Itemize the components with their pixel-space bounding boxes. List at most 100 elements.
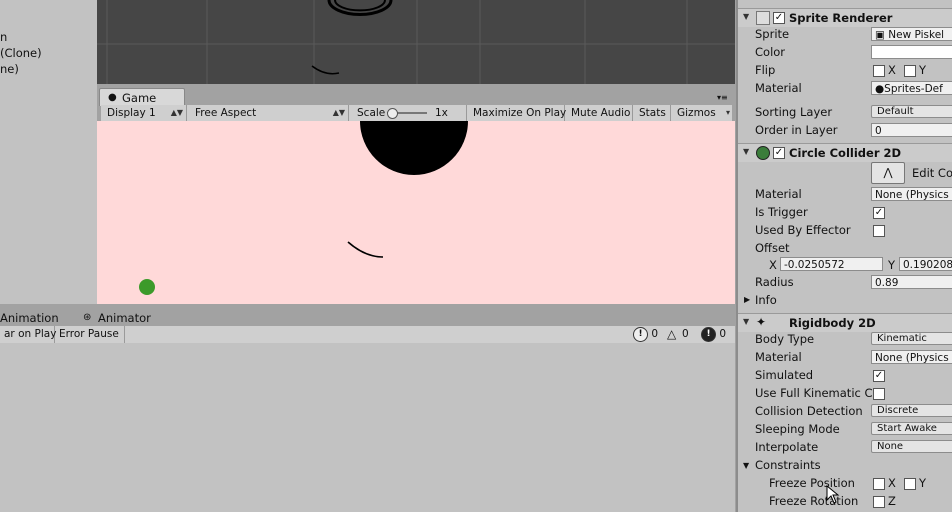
sprite-renderer-enabled-checkbox[interactable]: ✓ xyxy=(773,12,785,24)
collider-material-field[interactable]: None (Physics xyxy=(871,187,952,201)
maximize-on-play-toggle[interactable]: Maximize On Play xyxy=(467,105,566,121)
scene-view[interactable] xyxy=(97,0,735,84)
display-dropdown[interactable]: Display 1 ▲▼ xyxy=(101,105,187,121)
circle-collider-enabled-checkbox[interactable]: ✓ xyxy=(773,147,785,159)
foldout-arrow-icon[interactable]: ▶ xyxy=(744,295,750,304)
sprite-label: Sprite xyxy=(755,27,790,41)
scale-value: 1x xyxy=(435,107,448,119)
bottom-tabs: Animation ⊛ Animator xyxy=(0,311,735,326)
color-field[interactable] xyxy=(871,45,952,59)
sleeping-mode-label: Sleeping Mode xyxy=(755,422,840,436)
rigidbody-icon: ✦ xyxy=(756,315,767,329)
body-type-label: Body Type xyxy=(755,332,815,346)
freeze-rot-z-checkbox[interactable] xyxy=(873,496,885,508)
constraints-label[interactable]: Constraints xyxy=(755,458,821,472)
foldout-arrow-icon[interactable]: ▼ xyxy=(743,12,749,21)
freeze-pos-x-checkbox[interactable] xyxy=(873,478,885,490)
tab-game[interactable]: ● Game xyxy=(99,88,185,106)
stats-toggle[interactable]: Stats xyxy=(633,105,671,121)
tab-animator[interactable]: Animator xyxy=(98,311,151,325)
rb-material-field[interactable]: None (Physics xyxy=(871,350,952,364)
console-log-area[interactable] xyxy=(0,343,735,512)
rb-material-label: Material xyxy=(755,350,802,364)
used-by-effector-label: Used By Effector xyxy=(755,223,851,237)
full-kinematic-label: Use Full Kinematic C xyxy=(755,386,873,400)
display-label: Display 1 xyxy=(107,107,156,119)
sprite-value: New Piskel xyxy=(888,29,945,41)
flip-x-checkbox[interactable] xyxy=(873,65,885,77)
info-count: 0 xyxy=(651,328,659,340)
sorting-layer-dropdown[interactable]: Default xyxy=(871,105,952,118)
freeze-pos-x-label: X xyxy=(888,476,896,490)
scale-label: Scale xyxy=(357,107,386,119)
simulated-checkbox[interactable]: ✓ xyxy=(873,370,885,382)
panel-menu-icon[interactable]: ▾≡ xyxy=(717,93,728,102)
material-field[interactable]: ●Sprites-Def xyxy=(871,81,952,95)
mouse-cursor-icon xyxy=(826,485,840,504)
freeze-position-label: Freeze Position xyxy=(769,476,855,490)
warning-icon: △ xyxy=(667,327,677,341)
warning-count: 0 xyxy=(682,328,689,340)
offset-y-field[interactable]: 0.190208 xyxy=(899,257,952,271)
interpolate-dropdown[interactable]: None xyxy=(871,440,952,453)
foldout-arrow-icon[interactable]: ▼ xyxy=(743,147,749,156)
info-count-toggle[interactable]: ! 0 xyxy=(633,327,659,342)
gizmos-label: Gizmos xyxy=(677,107,716,119)
foldout-arrow-icon[interactable]: ▼ xyxy=(743,317,749,326)
circle-collider-header[interactable]: ▼ ✓ Circle Collider 2D xyxy=(738,143,952,162)
aspect-dropdown[interactable]: Free Aspect ▲▼ xyxy=(189,105,349,121)
green-ball-sprite xyxy=(139,279,155,295)
updown-arrow-icon: ▲▼ xyxy=(170,108,183,117)
mute-audio-toggle[interactable]: Mute Audio xyxy=(565,105,633,121)
game-controller-icon: ● xyxy=(108,92,117,103)
scale-thumb[interactable] xyxy=(387,108,398,119)
rigidbody-title: Rigidbody 2D xyxy=(789,316,876,330)
scale-slider[interactable]: Scale 1x xyxy=(351,105,467,121)
order-in-layer-field[interactable]: 0 xyxy=(871,123,952,137)
interpolate-label: Interpolate xyxy=(755,440,819,454)
freeze-pos-y-checkbox[interactable] xyxy=(904,478,916,490)
flip-y-label: Y xyxy=(919,63,927,77)
hierarchy-item[interactable]: ne) xyxy=(0,62,19,76)
console-toolbar: ar on Play Error Pause ! 0 △ 0 ! 0 xyxy=(0,326,735,344)
edit-collider-button[interactable]: ⋀ xyxy=(871,162,905,184)
hierarchy-item[interactable]: (Clone) xyxy=(0,46,42,60)
error-pause-toggle[interactable]: Error Pause xyxy=(55,326,125,343)
updown-arrow-icon: ▲▼ xyxy=(332,108,345,117)
sprite-field[interactable]: ▣ New Piskel xyxy=(871,27,952,41)
offset-x-field[interactable]: -0.0250572 xyxy=(780,257,883,271)
material-value: Sprites-Def xyxy=(884,83,943,95)
is-trigger-checkbox[interactable]: ✓ xyxy=(873,207,885,219)
freeze-rot-z-label: Z xyxy=(888,494,896,508)
tab-animation[interactable]: Animation xyxy=(0,311,59,325)
error-count-toggle[interactable]: ! 0 xyxy=(701,327,726,342)
sprite-renderer-header[interactable]: ▼ ✓ Sprite Renderer xyxy=(738,8,952,27)
hierarchy-item[interactable]: n xyxy=(0,30,7,44)
clear-on-play-toggle[interactable]: ar on Play xyxy=(0,326,56,343)
flip-label: Flip xyxy=(755,63,776,77)
aspect-label: Free Aspect xyxy=(195,107,257,119)
info-foldout-label[interactable]: Info xyxy=(755,293,777,307)
used-by-effector-checkbox[interactable] xyxy=(873,225,885,237)
full-kinematic-checkbox[interactable] xyxy=(873,388,885,400)
hierarchy-panel: n (Clone) ne) xyxy=(0,0,97,304)
circle-collider-icon xyxy=(756,146,770,160)
foldout-arrow-icon[interactable]: ▼ xyxy=(743,461,749,470)
circle-collider-title: Circle Collider 2D xyxy=(789,146,902,160)
edit-collider-icon: ⋀ xyxy=(883,166,893,179)
material-icon: ● xyxy=(875,83,885,95)
flip-y-checkbox[interactable] xyxy=(904,65,916,77)
rigidbody-header[interactable]: ▼ ✦ Rigidbody 2D xyxy=(738,313,952,332)
error-icon: ! xyxy=(701,327,716,342)
collision-detection-dropdown[interactable]: Discrete xyxy=(871,404,952,417)
sleeping-mode-dropdown[interactable]: Start Awake xyxy=(871,422,952,435)
game-scene xyxy=(139,121,468,295)
offset-label: Offset xyxy=(755,241,790,255)
animator-icon: ⊛ xyxy=(83,312,92,323)
radius-field[interactable]: 0.89 xyxy=(871,275,952,289)
body-type-dropdown[interactable]: Kinematic xyxy=(871,332,952,345)
gizmos-dropdown[interactable]: Gizmos ▾ xyxy=(671,105,731,121)
sprite-icon: ▣ xyxy=(875,29,885,41)
game-view[interactable] xyxy=(97,121,735,304)
scene-grid xyxy=(97,0,735,84)
